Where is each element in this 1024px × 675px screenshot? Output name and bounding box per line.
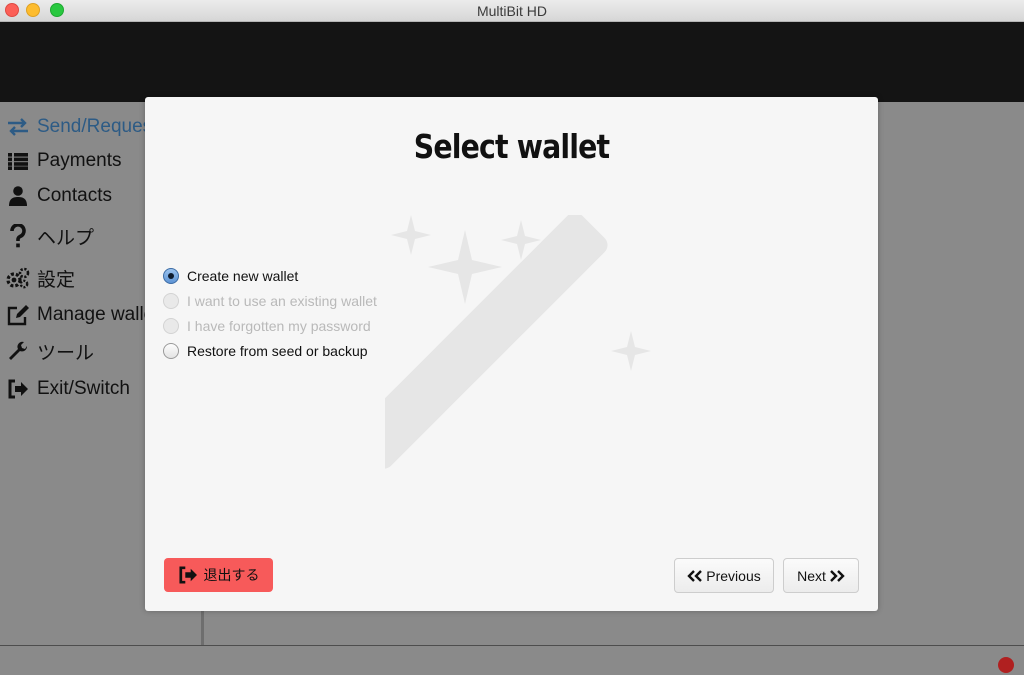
status-bar	[0, 645, 1024, 675]
option-restore-from-seed[interactable]: Restore from seed or backup	[163, 338, 377, 363]
sidebar-item-settings[interactable]: 設定	[6, 263, 75, 293]
gears-icon	[6, 267, 30, 289]
select-wallet-dialog: Select wallet Create new wallet I want t…	[145, 97, 878, 611]
sidebar-item-label: 設定	[37, 269, 76, 291]
sidebar-item-label: Payments	[37, 150, 122, 171]
next-button[interactable]: Next	[783, 558, 859, 593]
wrench-icon	[6, 340, 30, 362]
question-icon	[6, 224, 30, 248]
option-use-existing-wallet: I want to use an existing wallet	[163, 288, 377, 313]
user-icon	[6, 185, 30, 207]
app-header	[0, 22, 1024, 102]
connection-status-indicator	[998, 657, 1014, 673]
sidebar-item-label: Contacts	[37, 185, 112, 206]
previous-button[interactable]: Previous	[674, 558, 774, 593]
sidebar-item-label: ヘルプ	[37, 227, 95, 249]
double-chevron-left-icon	[687, 569, 703, 582]
sidebar-item-label: Send/Request	[37, 116, 158, 137]
sidebar-item-tools[interactable]: ツール	[6, 336, 94, 366]
radio-button-disabled	[163, 292, 179, 309]
next-button-label: Next	[797, 567, 826, 584]
wallet-options: Create new wallet I want to use an exist…	[163, 263, 377, 363]
option-label: Restore from seed or backup	[187, 342, 368, 359]
sidebar-item-manage-wallet[interactable]: Manage wallet	[6, 300, 160, 330]
window-title: MultiBit HD	[476, 3, 547, 19]
exit-button[interactable]: 退出する	[164, 558, 273, 592]
sidebar-item-exit-switch[interactable]: Exit/Switch	[6, 374, 130, 404]
exit-button-label: 退出する	[203, 567, 260, 583]
exchange-icon	[6, 116, 30, 138]
radio-button-checked[interactable]	[163, 267, 179, 284]
option-create-new-wallet[interactable]: Create new wallet	[163, 263, 377, 288]
sign-out-icon	[178, 566, 198, 584]
radio-button[interactable]	[163, 342, 179, 359]
double-chevron-right-icon	[830, 569, 845, 582]
option-label: Create new wallet	[187, 267, 299, 284]
sidebar-item-payments[interactable]: Payments	[6, 146, 121, 176]
edit-icon	[6, 304, 30, 326]
title-bar: MultiBit HD	[0, 0, 1024, 22]
list-icon	[6, 150, 30, 172]
sidebar-item-send-request[interactable]: Send/Request	[6, 112, 157, 142]
sign-out-icon	[6, 378, 30, 400]
sidebar-item-label: Manage wallet	[37, 304, 160, 325]
magic-wand-icon	[385, 215, 651, 469]
sidebar-item-contacts[interactable]: Contacts	[6, 181, 112, 211]
option-label: I have forgotten my password	[187, 317, 371, 334]
sidebar-item-label: Exit/Switch	[37, 378, 130, 399]
option-forgotten-password: I have forgotten my password	[163, 313, 377, 338]
dialog-title: Select wallet	[413, 127, 610, 166]
option-label: I want to use an existing wallet	[187, 292, 377, 309]
sidebar-item-help[interactable]: ヘルプ	[6, 221, 94, 251]
previous-button-label: Previous	[706, 567, 761, 584]
radio-button-disabled	[163, 317, 179, 334]
sidebar-item-label: ツール	[37, 342, 95, 364]
